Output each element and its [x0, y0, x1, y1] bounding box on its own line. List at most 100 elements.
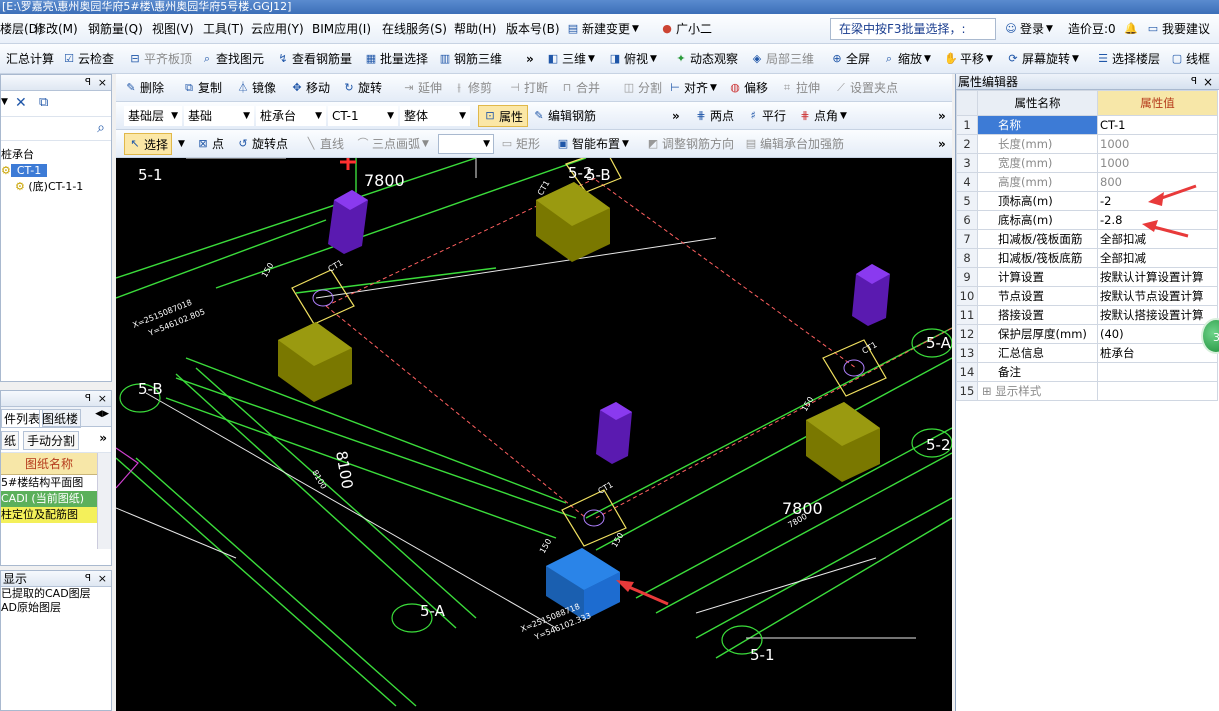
property-row[interactable]: 1 名称 CT-1 — [956, 115, 1218, 135]
zoom-button[interactable]: ⌕ 缩放 ▼ — [882, 44, 931, 73]
menu-bim[interactable]: BIM应用(I) — [312, 14, 371, 43]
edit-rebar-button[interactable]: ✎ 编辑钢筋 — [532, 102, 596, 129]
attributes-button[interactable]: ⊡ 属性 — [478, 105, 529, 127]
merge-button[interactable]: ⊓ 合并 — [560, 74, 600, 101]
delete-button[interactable]: ✎ 删除 — [124, 74, 164, 101]
more-icon[interactable]: » — [672, 102, 680, 129]
split-button[interactable]: ◫ 分割 — [622, 74, 662, 101]
menu-view[interactable]: 视图(V) — [152, 14, 194, 43]
property-row[interactable]: 14 备注 — [956, 362, 1218, 382]
arc-option-select[interactable]: ▼ — [438, 134, 494, 154]
menu-help[interactable]: 帮助(H) — [454, 14, 496, 43]
rotate-point-button[interactable]: ↺ 旋转点 — [236, 130, 288, 157]
local-3d-button[interactable]: ◈ 局部三维 — [750, 44, 814, 73]
close-icon[interactable]: × — [98, 571, 107, 587]
batch-select-button[interactable]: ▦ 批量选择 — [364, 44, 428, 73]
drawing-row-current[interactable]: CADI (当前图纸) — [1, 491, 97, 507]
line-button[interactable]: ╲ 直线 — [304, 130, 344, 157]
select-floor-button[interactable]: ☰ 选择楼层 — [1096, 44, 1160, 73]
tab-drawing-floor[interactable]: 图纸楼 — [39, 409, 82, 428]
orbit-button[interactable]: ✦ 动态观察 — [674, 44, 738, 73]
floor-select[interactable]: 基础层 ▼ — [124, 106, 182, 126]
copy-button[interactable]: ⧉ 复制 — [182, 74, 222, 101]
find-element-button[interactable]: ⌕ 查找图元 — [200, 44, 264, 73]
set-grip-button[interactable]: ⟋ 设置夹点 — [834, 74, 898, 101]
property-row[interactable]: 8 扣减板/筏板底筋 全部扣减 — [956, 248, 1218, 268]
close-icon[interactable]: × — [1203, 74, 1213, 90]
tree-root[interactable]: 桩承台 — [1, 147, 111, 163]
property-value[interactable]: 按默认节点设置计算 — [1097, 286, 1218, 306]
3d-button[interactable]: ◧ 三维 ▼ — [546, 44, 595, 73]
align-button[interactable]: ⊢ 对齐 ▼ — [668, 74, 717, 101]
property-value[interactable]: CT-1 — [1097, 115, 1218, 135]
more-icon[interactable]: » — [938, 130, 946, 157]
login-button[interactable]: ☺ 登录 ▼ — [1004, 14, 1053, 43]
copy-icon[interactable]: ⧉ — [39, 95, 48, 110]
menu-online[interactable]: 在线服务(S) — [382, 14, 447, 43]
select-button[interactable]: ↖ 选择 — [124, 133, 173, 155]
property-value[interactable] — [1097, 362, 1218, 382]
drawing-scrollbar[interactable] — [97, 453, 111, 549]
arc-button[interactable]: ⌒ 三点画弧 ▼ — [356, 130, 429, 157]
align-slab-top-button[interactable]: ⊟ 平齐板顶 — [128, 44, 192, 73]
menu-modify[interactable]: 修改(M) — [34, 14, 78, 43]
expand-icon[interactable]: ⊞ — [982, 384, 995, 398]
pin-icon[interactable]: ꟼ — [1191, 74, 1197, 90]
property-row[interactable]: 10 节点设置 按默认节点设置计算 — [956, 286, 1218, 306]
drawing-row[interactable]: 5#楼结构平面图 — [1, 475, 97, 491]
mode-select[interactable]: 整体 ▼ — [400, 106, 470, 126]
close-icon[interactable]: × — [98, 75, 107, 91]
tab-element-list[interactable]: 件列表 — [1, 409, 44, 428]
delete-icon[interactable]: ✕ — [15, 95, 27, 111]
search-icon[interactable]: ⌕ — [97, 120, 105, 136]
display-item-cad-extracted[interactable]: 已提取的CAD图层 — [1, 587, 111, 601]
display-item-cad-original[interactable]: AD原始图层 — [1, 601, 111, 615]
summary-calc-button[interactable]: 汇总计算 — [6, 44, 54, 73]
property-row[interactable]: 15 ⊞ 显示样式 — [956, 381, 1218, 401]
top-view-button[interactable]: ◨ 俯视 ▼ — [608, 44, 657, 73]
tree-item-ct1[interactable]: ⚙ CT-1 — [1, 163, 111, 179]
rectangle-button[interactable]: ▭ 矩形 — [500, 130, 540, 157]
break-button[interactable]: ⊣ 打断 — [508, 74, 548, 101]
property-value[interactable]: 按默认计算设置计算 — [1097, 267, 1218, 287]
property-row[interactable]: 3 宽度(mm) 1000 — [956, 153, 1218, 173]
property-value[interactable]: 1000 — [1097, 153, 1218, 173]
property-value[interactable]: 桩承台 — [1097, 343, 1218, 363]
chevron-down-icon[interactable]: ▼ — [1, 97, 8, 107]
pin-icon[interactable]: ꟼ — [85, 391, 91, 407]
pile-cap-selected[interactable] — [546, 548, 620, 620]
property-value[interactable]: 1000 — [1097, 134, 1218, 154]
property-value[interactable] — [1097, 381, 1218, 401]
element-select[interactable]: CT-1 ▼ — [328, 106, 398, 126]
tree-search[interactable]: ⌕ — [1, 117, 111, 141]
element-type-select[interactable]: 桩承台 ▼ — [256, 106, 326, 126]
property-value[interactable]: (40) — [1097, 324, 1218, 344]
new-change-button[interactable]: ▤ 新建变更 ▼ — [566, 14, 639, 43]
property-row[interactable]: 11 搭接设置 按默认搭接设置计算 — [956, 305, 1218, 325]
fullscreen-button[interactable]: ⊕ 全屏 — [830, 44, 870, 73]
suggest-button[interactable]: ▭ 我要建议 — [1146, 14, 1210, 43]
drawing-canvas[interactable]: 5-1 7800 5-B 5-2 5-A 5-2 5-B 8100 8100 7… — [116, 158, 952, 711]
smart-layout-button[interactable]: ▣ 智能布置 ▼ — [556, 130, 629, 157]
rebar-3d-button[interactable]: ▥ 钢筋三维 — [438, 44, 502, 73]
menu-version[interactable]: 版本号(B) — [506, 14, 560, 43]
extend-button[interactable]: ⇥ 延伸 — [402, 74, 442, 101]
manual-split-button[interactable]: 手动分割 — [23, 431, 80, 450]
chevron-down-icon[interactable]: ▼ — [178, 130, 185, 157]
property-row[interactable]: 13 汇总信息 桩承台 — [956, 343, 1218, 363]
property-value[interactable]: 全部扣减 — [1097, 248, 1218, 268]
property-row[interactable]: 12 保护层厚度(mm) (40) — [956, 324, 1218, 344]
two-points-button[interactable]: ⋕ 两点 — [694, 102, 734, 129]
pan-button[interactable]: ✋ 平移 ▼ — [944, 44, 993, 73]
close-icon[interactable]: × — [98, 391, 107, 407]
property-value[interactable]: 按默认搭接设置计算 — [1097, 305, 1218, 325]
property-row[interactable]: 2 长度(mm) 1000 — [956, 134, 1218, 154]
bell-icon[interactable]: 🔔 — [1124, 14, 1138, 43]
tree-item-ct1-1[interactable]: ⚙ (底)CT-1-1 — [1, 179, 111, 195]
move-button[interactable]: ✥ 移动 — [290, 74, 330, 101]
point-angle-button[interactable]: ⋕ 点角 ▼ — [798, 102, 847, 129]
adjust-rebar-direction-button[interactable]: ◩ 调整钢筋方向 — [646, 130, 734, 157]
edit-cap-rebar-button[interactable]: ▤ 编辑承台加强筋 — [744, 130, 844, 157]
drawing-button[interactable]: 纸 — [1, 431, 20, 450]
stretch-button[interactable]: ⌗ 拉伸 — [780, 74, 820, 101]
